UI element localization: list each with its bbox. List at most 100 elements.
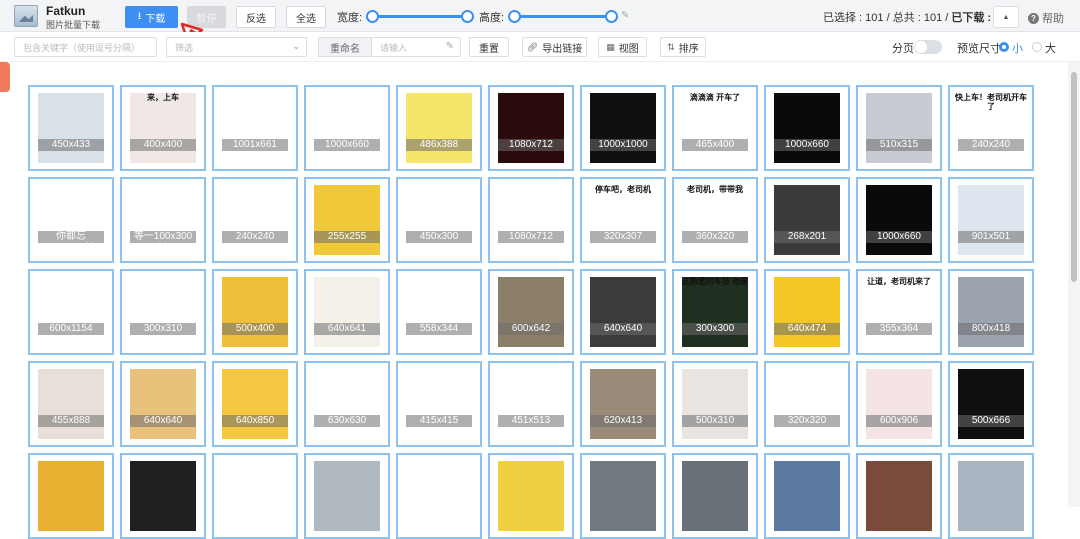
image-tile[interactable]: 640x641 bbox=[304, 269, 390, 355]
image-tile[interactable]: 这熟悉的车技 你是 300x300 bbox=[672, 269, 758, 355]
image-tile[interactable]: 来，上车 400x400 bbox=[120, 85, 206, 171]
image-tile[interactable]: 320x320 bbox=[764, 361, 850, 447]
image-tile[interactable]: 500x666 bbox=[948, 361, 1034, 447]
image-tile[interactable]: 600x1154 bbox=[28, 269, 114, 355]
image-tile[interactable] bbox=[488, 453, 574, 539]
width-slider-min-handle[interactable] bbox=[366, 10, 379, 23]
image-tile[interactable]: 1000x660 bbox=[856, 177, 942, 263]
image-tile[interactable]: 630x630 bbox=[304, 361, 390, 447]
image-tile[interactable] bbox=[672, 453, 758, 539]
image-tile[interactable]: 300x310 bbox=[120, 269, 206, 355]
height-slider-max-handle[interactable] bbox=[605, 10, 618, 23]
image-thumbnail bbox=[682, 93, 748, 163]
image-dimensions: 300x300 bbox=[682, 323, 748, 335]
keyword-input[interactable]: 包含关键字（使用逗号分隔） bbox=[14, 37, 157, 57]
image-thumbnail bbox=[866, 369, 932, 439]
image-tile[interactable] bbox=[304, 453, 390, 539]
image-thumbnail bbox=[222, 185, 288, 255]
rename-label: 重命名 bbox=[318, 37, 372, 57]
vertical-scrollbar[interactable] bbox=[1068, 62, 1080, 507]
image-thumbnail bbox=[682, 461, 748, 531]
image-tile[interactable]: 1000x1000 bbox=[580, 85, 666, 171]
download-button[interactable]: ⭳ 下载 bbox=[125, 6, 178, 28]
image-tile[interactable]: 450x433 bbox=[28, 85, 114, 171]
image-tile[interactable]: 640x474 bbox=[764, 269, 850, 355]
help-link[interactable]: ? 帮助 bbox=[1028, 10, 1064, 26]
export-links-button[interactable]: 🔗︎ 导出链接 bbox=[522, 37, 587, 57]
image-tile[interactable] bbox=[856, 453, 942, 539]
preview-size-small-label: 小 bbox=[1012, 43, 1023, 55]
image-tile[interactable]: 800x418 bbox=[948, 269, 1034, 355]
image-tile[interactable]: 510x315 bbox=[856, 85, 942, 171]
image-tile[interactable]: 640x640 bbox=[580, 269, 666, 355]
image-tile[interactable]: 停车吧，老司机 320x307 bbox=[580, 177, 666, 263]
image-tile[interactable]: 486x388 bbox=[396, 85, 482, 171]
image-tile[interactable]: 640x850 bbox=[212, 361, 298, 447]
image-tile[interactable]: 快上车！老司机开车了 240x240 bbox=[948, 85, 1034, 171]
paging-toggle[interactable] bbox=[914, 40, 942, 54]
side-panel-toggle[interactable] bbox=[0, 62, 10, 92]
image-tile[interactable]: 240x240 bbox=[212, 177, 298, 263]
image-tile[interactable] bbox=[396, 453, 482, 539]
image-tile[interactable]: 1080x712 bbox=[488, 85, 574, 171]
image-tile[interactable]: 415x415 bbox=[396, 361, 482, 447]
image-tile[interactable] bbox=[580, 453, 666, 539]
image-tile[interactable] bbox=[764, 453, 850, 539]
image-thumbnail bbox=[682, 277, 748, 347]
image-dimensions: 1000x660 bbox=[314, 139, 380, 151]
image-tile[interactable]: 455x888 bbox=[28, 361, 114, 447]
width-slider-max-handle[interactable] bbox=[461, 10, 474, 23]
image-tile[interactable]: 600x642 bbox=[488, 269, 574, 355]
image-tile[interactable]: 451x513 bbox=[488, 361, 574, 447]
height-slider[interactable] bbox=[508, 10, 618, 23]
preview-size-small-radio[interactable] bbox=[999, 42, 1009, 52]
image-tile[interactable]: 1000x660 bbox=[764, 85, 850, 171]
filter-select[interactable]: 筛选 ⌄ bbox=[166, 37, 307, 57]
help-icon: ? bbox=[1028, 12, 1039, 24]
height-slider-label: 高度: bbox=[479, 12, 505, 24]
image-tile[interactable]: 老司机，带带我 360x320 bbox=[672, 177, 758, 263]
image-thumbnail bbox=[590, 93, 656, 163]
view-button[interactable]: ▦ 视图 bbox=[598, 37, 647, 57]
image-tile[interactable]: 1000x660 bbox=[304, 85, 390, 171]
image-tile[interactable]: 255x255 bbox=[304, 177, 390, 263]
image-tile[interactable]: 1080x712 bbox=[488, 177, 574, 263]
image-tile[interactable]: 让道，老司机来了 355x364 bbox=[856, 269, 942, 355]
image-tile[interactable]: 500x310 bbox=[672, 361, 758, 447]
image-tile[interactable]: 500x400 bbox=[212, 269, 298, 355]
image-tile[interactable] bbox=[212, 453, 298, 539]
reset-button[interactable]: 重置 bbox=[469, 37, 509, 57]
image-tile[interactable]: 等一100x300摊 bbox=[120, 177, 206, 263]
image-tile[interactable]: 558x344 bbox=[396, 269, 482, 355]
image-thumbnail bbox=[130, 369, 196, 439]
image-dimensions: 901x501 bbox=[958, 231, 1024, 243]
image-tile[interactable] bbox=[120, 453, 206, 539]
image-caption: 快上车！老司机开车了 bbox=[955, 93, 1027, 111]
image-tile[interactable]: 1001x661 bbox=[212, 85, 298, 171]
image-dimensions: 1080x712 bbox=[498, 139, 564, 151]
image-tile[interactable]: 268x201 bbox=[764, 177, 850, 263]
image-tile[interactable] bbox=[948, 453, 1034, 539]
height-slider-min-handle[interactable] bbox=[508, 10, 521, 23]
image-thumbnail bbox=[958, 369, 1024, 439]
sort-button[interactable]: ⇅ 排序 bbox=[660, 37, 706, 57]
scrollbar-thumb[interactable] bbox=[1071, 72, 1077, 282]
select-all-button[interactable]: 全选 bbox=[286, 6, 326, 28]
image-tile[interactable]: 901x501 bbox=[948, 177, 1034, 263]
sort-label: 排序 bbox=[678, 43, 699, 55]
image-thumbnail bbox=[866, 93, 932, 163]
edit-size-icon[interactable]: ✎ bbox=[621, 10, 629, 21]
image-tile[interactable]: 450x300 bbox=[396, 177, 482, 263]
image-tile[interactable]: 600x906 bbox=[856, 361, 942, 447]
image-tile[interactable]: 你都忘300x220机 bbox=[28, 177, 114, 263]
image-dimensions: 240x240 bbox=[958, 139, 1024, 151]
rename-input[interactable]: 请输入 ✎ bbox=[372, 37, 461, 57]
image-tile[interactable]: 620x413 bbox=[580, 361, 666, 447]
image-tile[interactable]: 滴滴滴 开车了 465x400 bbox=[672, 85, 758, 171]
scroll-top-button[interactable]: ▲ bbox=[993, 6, 1019, 28]
preview-size-large-radio[interactable] bbox=[1032, 42, 1042, 52]
image-tile[interactable] bbox=[28, 453, 114, 539]
width-slider[interactable] bbox=[366, 10, 474, 23]
image-tile[interactable]: 640x640 bbox=[120, 361, 206, 447]
image-dimensions: 268x201 bbox=[774, 231, 840, 243]
